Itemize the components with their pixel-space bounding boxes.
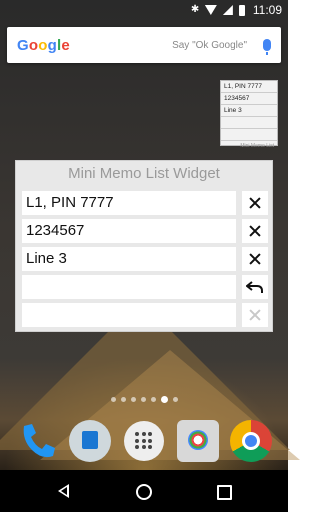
preview-row: L1, PIN 7777 [221,81,277,93]
memo-field[interactable] [22,275,236,299]
bluetooth-icon: ✱ [190,4,200,15]
memo-list-widget: Mini Memo List Widget L1, PIN 7777 12345… [15,160,273,332]
close-icon [249,309,261,321]
preview-row [221,129,277,141]
preview-row: 1234567 [221,93,277,105]
memo-row [22,303,268,327]
home-icon[interactable] [136,484,152,500]
recents-icon[interactable] [217,485,232,500]
phone-icon [23,424,55,458]
google-search-bar[interactable]: Google Say "Ok Google" [7,27,281,63]
phone-app-icon[interactable] [16,420,58,462]
back-icon[interactable] [58,484,69,498]
app-drawer-button[interactable] [124,421,164,461]
undo-icon [246,281,263,293]
status-bar: ✱ 11:09 [0,0,288,20]
navigation-bar [0,470,288,512]
google-logo: Google [17,36,70,54]
mini-preview-widget[interactable]: L1, PIN 7777 1234567 Line 3 Mini Memo Li… [220,80,278,149]
page-dot [120,397,126,402]
wifi-icon [204,5,217,15]
close-icon [249,253,261,265]
preview-row: Line 3 [221,105,277,117]
delete-button[interactable] [242,247,268,271]
signal-icon [222,5,233,15]
page-dot-active [160,396,168,403]
page-dot [140,397,146,402]
messenger-app-icon[interactable] [69,420,111,462]
dock [0,418,288,466]
memo-field[interactable]: Line 3 [22,247,236,271]
delete-button[interactable] [242,191,268,215]
page-indicator [0,396,288,403]
apps-grid-icon [135,432,153,450]
memo-field[interactable]: 1234567 [22,219,236,243]
delete-button-disabled [242,303,268,327]
widget-title: Mini Memo List Widget [68,165,220,182]
battery-icon [238,4,245,16]
delete-button[interactable] [242,219,268,243]
preview-footer: Mini Memo List [240,143,274,149]
close-icon [249,197,261,209]
memo-row: 1234567 [22,219,268,243]
undo-button[interactable] [242,275,268,299]
camera-app-icon[interactable] [177,420,219,462]
memo-field[interactable] [22,303,236,327]
page-dot [150,397,156,402]
memo-field[interactable]: L1, PIN 7777 [22,191,236,215]
preview-row [221,117,277,129]
chrome-app-icon[interactable] [230,420,272,462]
microphone-icon[interactable] [263,39,271,55]
status-time: 11:09 [252,3,282,17]
search-hint: Say "Ok Google" [172,39,247,51]
page-dot [110,397,116,402]
close-icon [249,225,261,237]
page-dot [172,397,178,402]
page-dot [130,397,136,402]
memo-row: Line 3 [22,247,268,271]
memo-row [22,275,268,299]
memo-row: L1, PIN 7777 [22,191,268,215]
